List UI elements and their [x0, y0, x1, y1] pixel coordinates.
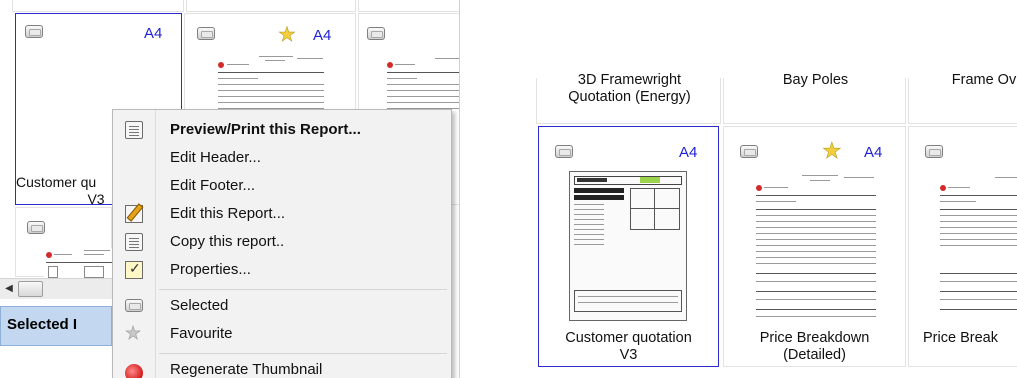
tile-label-line1: Price Breakdown [759, 330, 870, 346]
menu-item-edit-footer[interactable]: Edit Footer... [113, 173, 451, 199]
menu-separator [159, 289, 447, 290]
report-tile-price-breakdown-detailed[interactable]: ★ A4 Price Breakdown (Detailed) [723, 126, 906, 367]
tile-row-above [186, 0, 356, 12]
selected-icon[interactable] [740, 145, 758, 158]
paper-size-badge: A4 [679, 144, 698, 161]
copy-icon [125, 233, 143, 251]
tile-label: Frame Ov [951, 72, 1017, 88]
preview-icon [125, 121, 143, 139]
tile-label: Price Breakdown (Detailed) [724, 330, 905, 364]
report-thumbnail [752, 171, 880, 321]
selected-header-label: Selected I [7, 316, 78, 333]
report-thumbnail [937, 171, 1017, 321]
report-tile-row2[interactable] [15, 207, 114, 278]
favourite-star-icon[interactable]: ★ [822, 140, 842, 163]
horizontal-scrollbar[interactable]: ◀ [0, 278, 112, 299]
tile-label-line2: V3 [619, 347, 638, 364]
edit-pencil-icon [125, 205, 143, 223]
menu-item-selected[interactable]: Selected [113, 293, 451, 319]
tile-row-above [358, 0, 459, 12]
tile-label: Price Break [909, 330, 1017, 347]
tile-label-line1: 3D Framewright [577, 72, 682, 88]
selected-icon[interactable] [25, 25, 43, 38]
report-tile-frame-overview[interactable]: Frame Ov [908, 72, 1017, 124]
tile-label-line1: Customer quotation [565, 330, 692, 346]
regenerate-icon [125, 364, 143, 378]
menu-item-label: Properties... [170, 261, 251, 278]
report-thumbnail [44, 248, 114, 278]
menu-item-favourite[interactable]: ★ Favourite [113, 321, 451, 347]
properties-icon [125, 260, 143, 279]
menu-item-label: Edit this Report... [170, 205, 286, 222]
menu-item-edit-report[interactable]: Edit this Report... [113, 201, 451, 227]
report-tile-bay-poles[interactable]: Bay Poles [723, 72, 906, 124]
tile-label: Customer quotation V3 [539, 330, 718, 364]
report-tile-price-breakdown[interactable]: Price Break [908, 126, 1017, 367]
paper-size-badge: A4 [144, 25, 163, 42]
menu-item-properties[interactable]: Properties... [113, 257, 451, 283]
scrollbar-thumb[interactable] [18, 281, 43, 297]
menu-item-label: Favourite [170, 325, 233, 342]
report-gallery-left: A4 Customer qu V3 ★ A4 ◀ Selected I Prev… [0, 0, 460, 378]
menu-item-label: Preview/Print this Report... [170, 121, 361, 138]
selected-icon [125, 299, 143, 312]
paper-size-badge: A4 [313, 27, 332, 44]
selected-icon[interactable] [27, 221, 45, 234]
menu-item-regenerate-thumbnail[interactable]: Regenerate Thumbnail [113, 357, 451, 378]
favourite-star-icon[interactable]: ★ [278, 24, 297, 45]
report-tile-customer-quotation[interactable]: A4 Customer quotation V3 [538, 126, 719, 367]
tile-label-line2: (Detailed) [783, 347, 846, 364]
tile-label-line1: Price Break [923, 330, 998, 346]
report-context-menu: Preview/Print this Report... Edit Header… [112, 109, 452, 378]
menu-item-copy-report[interactable]: Copy this report.. [113, 229, 451, 255]
selected-icon[interactable] [367, 27, 385, 40]
selected-reports-header: Selected I [0, 306, 112, 346]
report-thumbnail [569, 171, 687, 321]
menu-item-label: Selected [170, 297, 229, 314]
star-icon: ★ [125, 323, 142, 343]
tile-label-line2: Quotation (Energy) [568, 89, 691, 106]
menu-item-preview-print[interactable]: Preview/Print this Report... [113, 117, 451, 143]
selected-icon[interactable] [925, 145, 943, 158]
paper-size-badge: A4 [864, 144, 883, 161]
selected-icon[interactable] [555, 145, 573, 158]
tile-label: 3D Framewright Quotation (Energy) [537, 72, 722, 106]
menu-separator [159, 353, 447, 354]
menu-item-label: Edit Header... [170, 149, 261, 166]
menu-item-label: Regenerate Thumbnail [170, 361, 323, 378]
selected-icon[interactable] [197, 27, 215, 40]
scroll-left-arrow-icon[interactable]: ◀ [2, 282, 16, 296]
menu-item-edit-header[interactable]: Edit Header... [113, 145, 451, 171]
tile-row-above [12, 0, 184, 12]
menu-item-label: Copy this report.. [170, 233, 285, 250]
menu-item-label: Edit Footer... [170, 177, 256, 194]
report-gallery-right: 3D Framewright Quotation (Energy) Bay Po… [533, 0, 1017, 378]
tile-label: Bay Poles [782, 72, 849, 88]
report-tile-3d-framewright[interactable]: 3D Framewright Quotation (Energy) [536, 72, 721, 124]
